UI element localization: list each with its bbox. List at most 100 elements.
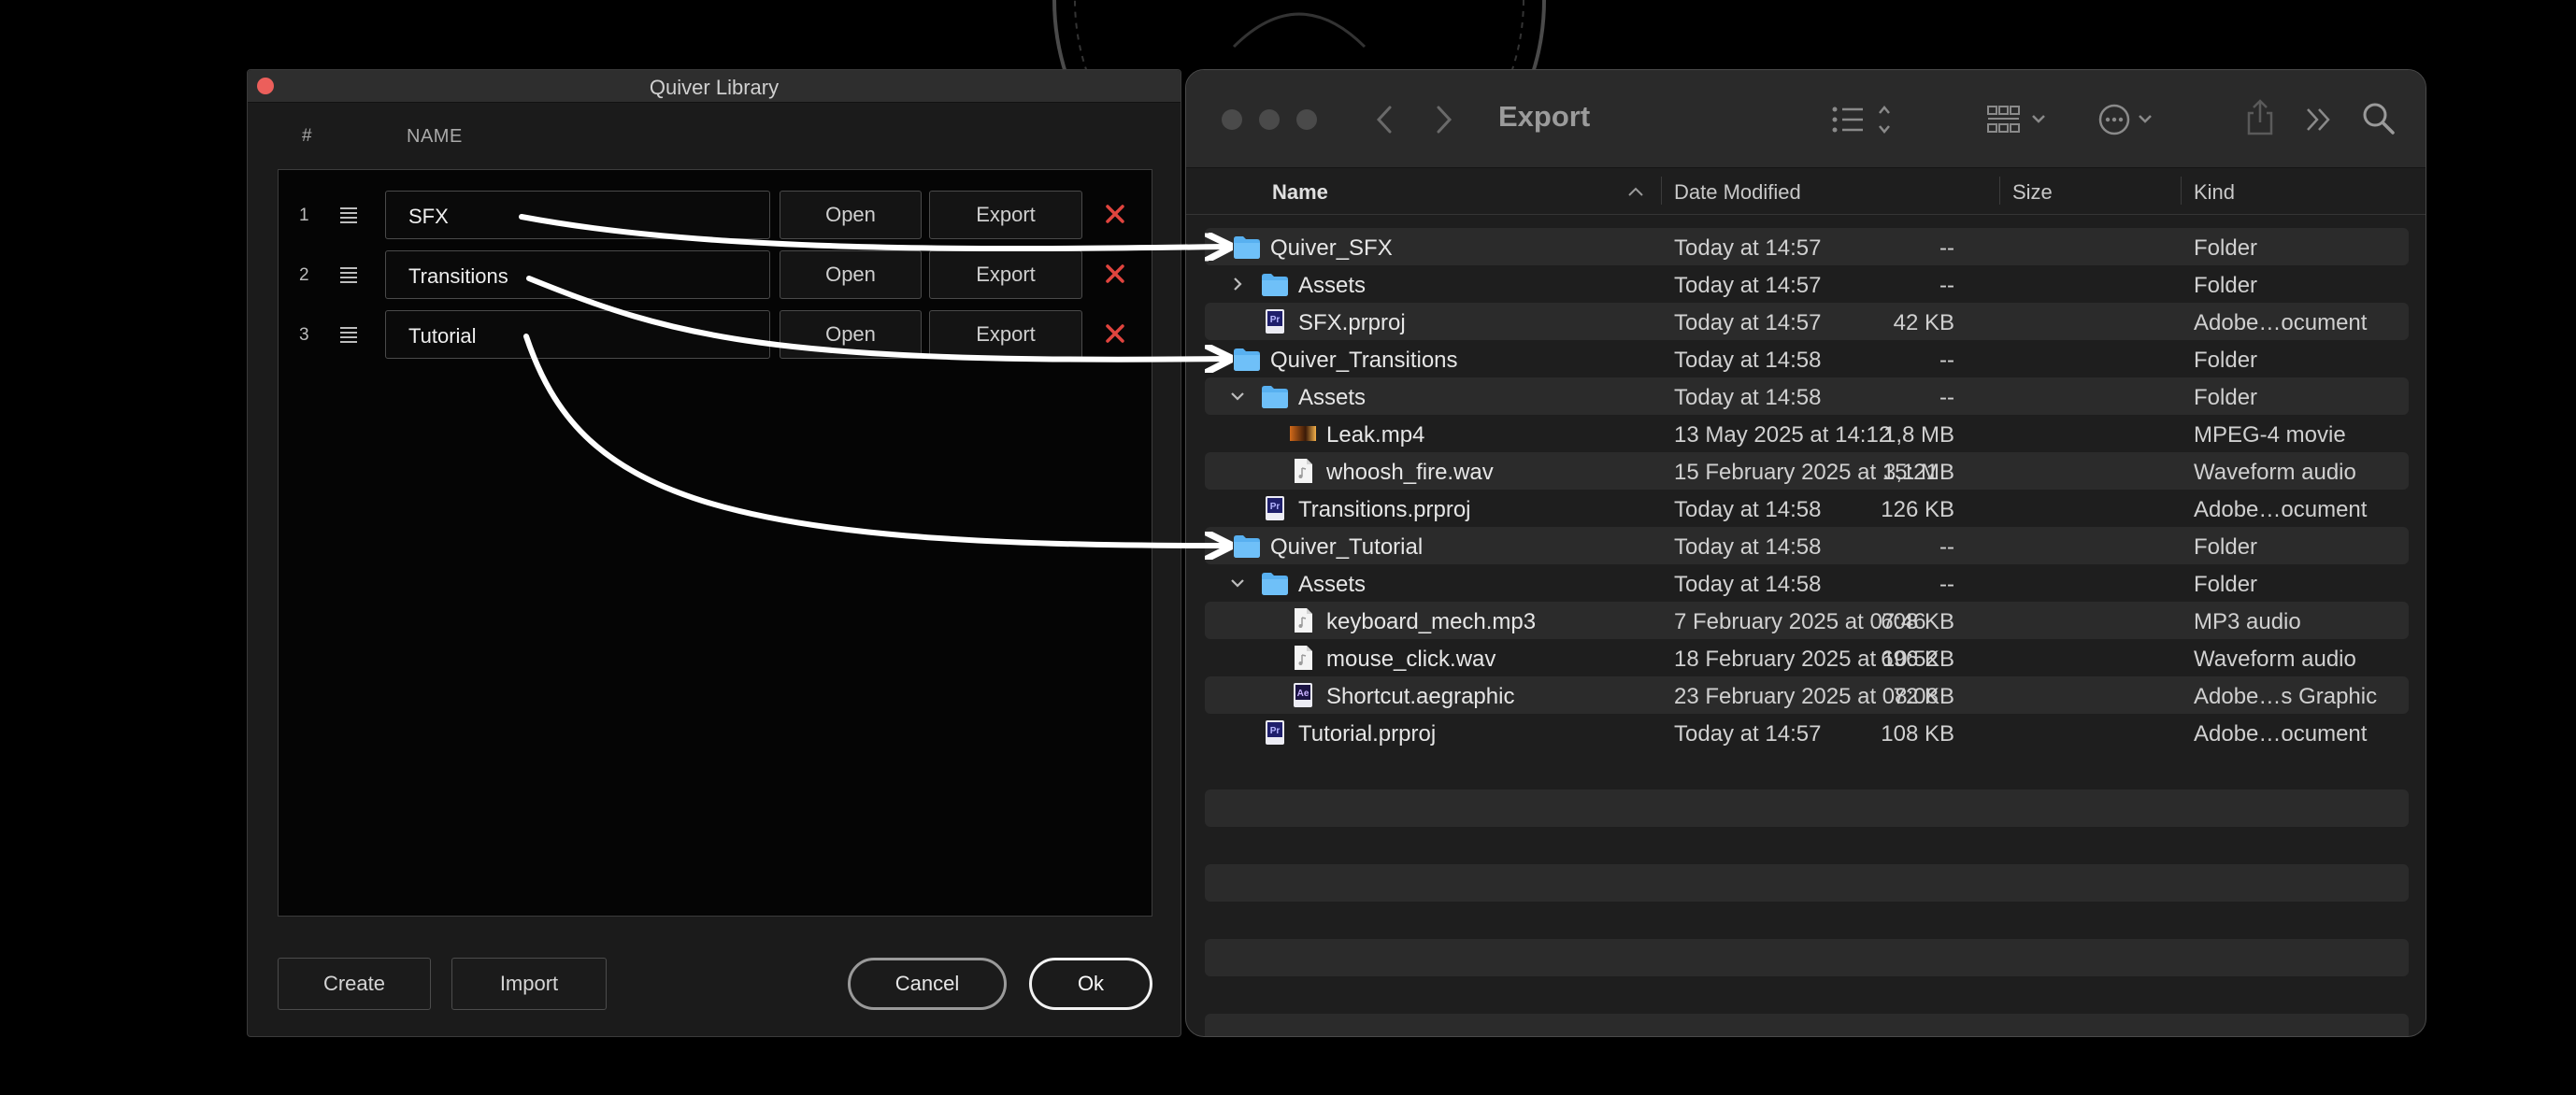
column-header-date-modified[interactable]: Date Modified	[1674, 180, 1801, 205]
finder-window: Export Name Date Modified Size Kind Quiv…	[1185, 69, 2426, 1037]
open-button[interactable]: Open	[780, 191, 922, 239]
library-name-input[interactable]: SFX	[385, 191, 770, 239]
list-view-icon[interactable]	[1831, 104, 1896, 135]
delete-icon[interactable]	[1101, 320, 1129, 348]
ok-button[interactable]: Ok	[1029, 958, 1152, 1010]
file-name: Assets	[1298, 385, 1367, 410]
minimize-window-button[interactable]	[1259, 109, 1280, 130]
file-row[interactable]: Assets Today at 14:58 -- Folder	[1205, 564, 2409, 602]
svg-text:Pr: Pr	[1270, 502, 1281, 512]
file-kind: Folder	[2194, 385, 2258, 410]
file-size: 1,8 MB	[1882, 422, 1954, 448]
open-button[interactable]: Open	[780, 310, 922, 359]
file-row[interactable]: keyboard_mech.mp3 7 February 2025 at 07:4…	[1205, 602, 2409, 639]
disclosure-expanded-icon[interactable]	[1229, 575, 1246, 591]
empty-row	[1205, 939, 2409, 976]
file-size: --	[1939, 273, 1954, 298]
file-row[interactable]: mouse_click.wav 18 February 2025 at 10:52…	[1205, 639, 2409, 676]
folder-icon	[1262, 274, 1288, 296]
wallpaper-seal	[1052, 0, 1546, 75]
delete-icon[interactable]	[1101, 260, 1129, 288]
share-icon[interactable]	[2244, 98, 2276, 137]
file-row[interactable]: Quiver_Tutorial Today at 14:58 -- Folder	[1205, 527, 2409, 564]
close-window-button[interactable]	[1222, 109, 1242, 130]
after-effects-graphic-icon: Ae	[1294, 683, 1312, 707]
drag-handle-icon[interactable]	[340, 207, 357, 223]
drag-handle-icon[interactable]	[340, 267, 357, 283]
group-view-icon[interactable]	[1986, 104, 2052, 135]
file-row[interactable]: Quiver_Transitions Today at 14:58 -- Folder	[1205, 340, 2409, 377]
file-name: Quiver_SFX	[1270, 235, 1393, 261]
file-name: Assets	[1298, 572, 1367, 597]
folder-icon	[1234, 236, 1260, 259]
file-size: --	[1939, 385, 1954, 410]
empty-row	[1205, 789, 2409, 827]
delete-icon[interactable]	[1101, 200, 1129, 228]
library-row: 1 SFX Open Export	[279, 189, 1153, 241]
date-modified: Today at 14:58	[1674, 348, 1822, 373]
date-modified: Today at 14:58	[1674, 572, 1822, 597]
drag-handle-icon[interactable]	[340, 327, 357, 343]
row-number: 2	[299, 265, 309, 285]
forward-icon[interactable]	[1433, 104, 1455, 135]
file-kind: Waveform audio	[2194, 460, 2356, 485]
search-icon[interactable]	[2360, 100, 2397, 137]
column-header-number: #	[302, 126, 312, 146]
file-row[interactable]: Pr Transitions.prproj Today at 14:58 126 KB…	[1205, 490, 2409, 527]
date-modified: Today at 14:58	[1674, 497, 1822, 522]
file-row[interactable]: Assets Today at 14:58 -- Folder	[1205, 377, 2409, 415]
file-size: --	[1939, 572, 1954, 597]
open-button[interactable]: Open	[780, 250, 922, 299]
file-name: Transitions.prproj	[1298, 497, 1471, 522]
file-row[interactable]: Assets Today at 14:57 -- Folder	[1205, 265, 2409, 303]
date-modified: Today at 14:57	[1674, 235, 1822, 261]
file-name: SFX.prproj	[1298, 310, 1406, 335]
column-header-name[interactable]: Name	[1272, 180, 1328, 205]
file-name: Quiver_Transitions	[1270, 348, 1458, 373]
library-name-input[interactable]: Tutorial	[385, 310, 770, 359]
column-header-size[interactable]: Size	[2012, 180, 2053, 205]
file-size: 108 KB	[1881, 721, 1954, 747]
back-icon[interactable]	[1373, 104, 1395, 135]
cancel-button[interactable]: Cancel	[848, 958, 1007, 1010]
file-name: mouse_click.wav	[1326, 647, 1496, 672]
folder-icon	[1262, 573, 1288, 595]
file-row[interactable]: Leak.mp4 13 May 2025 at 14:12 1,8 MB MPEG-4…	[1205, 415, 2409, 452]
date-modified: Today at 14:57	[1674, 721, 1822, 747]
import-button[interactable]: Import	[451, 958, 607, 1010]
file-kind: Adobe…s Graphic	[2194, 684, 2378, 709]
file-row[interactable]: Ae Shortcut.aegraphic 23 February 2025 at …	[1205, 676, 2409, 714]
file-size: 72 KB	[1893, 684, 1954, 709]
file-row[interactable]: Pr SFX.prproj Today at 14:57 42 KB Adobe…ocu…	[1205, 303, 2409, 340]
sort-ascending-icon	[1628, 187, 1643, 196]
column-header-kind[interactable]: Kind	[2194, 180, 2235, 205]
file-row[interactable]: Quiver_SFX Today at 14:57 -- Folder	[1205, 228, 2409, 265]
export-button[interactable]: Export	[929, 191, 1082, 239]
file-name: Tutorial.prproj	[1298, 721, 1437, 747]
premiere-project-icon: Pr	[1266, 496, 1284, 520]
date-modified: Today at 14:58	[1674, 534, 1822, 560]
file-size: --	[1939, 534, 1954, 560]
file-kind: MPEG-4 movie	[2194, 422, 2346, 448]
disclosure-collapsed-icon[interactable]	[1229, 276, 1246, 292]
file-kind: Folder	[2194, 534, 2258, 560]
window-title: Export	[1498, 100, 1591, 133]
export-button[interactable]: Export	[929, 310, 1082, 359]
toolbar-overflow-icon[interactable]	[2304, 106, 2336, 134]
file-kind: Adobe…ocument	[2194, 721, 2368, 747]
library-list: 1 SFX Open Export 2 Transitions Open Exp…	[278, 169, 1152, 917]
create-button[interactable]: Create	[278, 958, 431, 1010]
file-kind: Adobe…ocument	[2194, 497, 2368, 522]
library-name-input[interactable]: Transitions	[385, 250, 770, 299]
svg-text:Pr: Pr	[1270, 726, 1281, 736]
export-button[interactable]: Export	[929, 250, 1082, 299]
quiver-library-dialog: Quiver Library # NAME 1 SFX Open Export …	[247, 69, 1181, 1037]
file-row[interactable]: whoosh_fire.wav 15 February 2025 at 15:21…	[1205, 452, 2409, 490]
file-size: 42 KB	[1893, 310, 1954, 335]
file-kind: MP3 audio	[2194, 609, 2301, 634]
disclosure-expanded-icon[interactable]	[1229, 388, 1246, 405]
file-row[interactable]: Pr Tutorial.prproj Today at 14:57 108 KB Ado…	[1205, 714, 2409, 751]
zoom-window-button[interactable]	[1296, 109, 1317, 130]
more-actions-icon[interactable]	[2098, 104, 2164, 135]
date-modified: Today at 14:57	[1674, 273, 1822, 298]
